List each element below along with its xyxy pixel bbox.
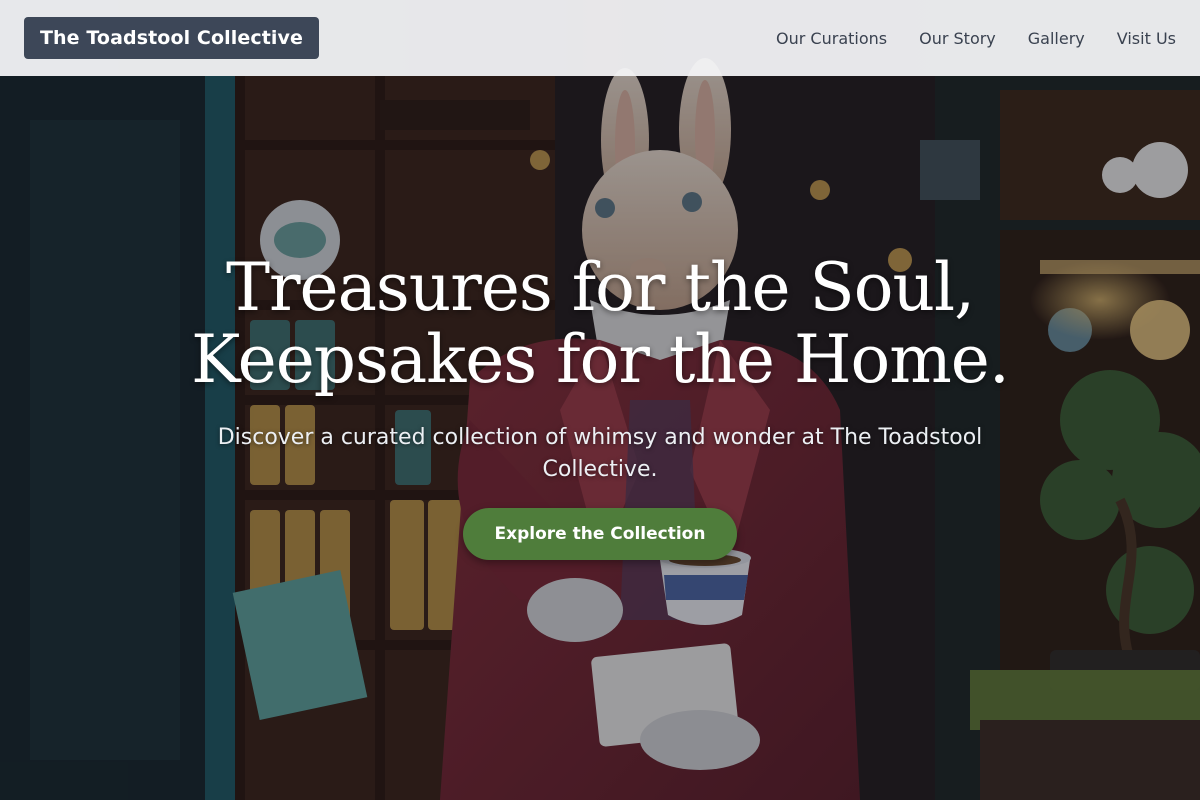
nav-link-our-curations[interactable]: Our Curations [776,29,887,48]
hero-title: Treasures for the Soul, Keepsakes for th… [191,249,1010,398]
main-nav: Our Curations Our Story Gallery Visit Us [776,29,1176,48]
nav-link-our-story[interactable]: Our Story [919,29,996,48]
nav-link-visit-us[interactable]: Visit Us [1117,29,1176,48]
explore-collection-button[interactable]: Explore the Collection [462,508,738,560]
logo-link[interactable]: The Toadstool Collective [24,17,319,59]
hero-subtitle: Discover a curated collection of whimsy … [217,425,983,482]
nav-link-gallery[interactable]: Gallery [1028,29,1085,48]
site-header: The Toadstool Collective Our Curations O… [0,0,1200,76]
hero-section: Treasures for the Soul, Keepsakes for th… [0,252,1200,560]
page: The Toadstool Collective Our Curations O… [0,0,1200,800]
